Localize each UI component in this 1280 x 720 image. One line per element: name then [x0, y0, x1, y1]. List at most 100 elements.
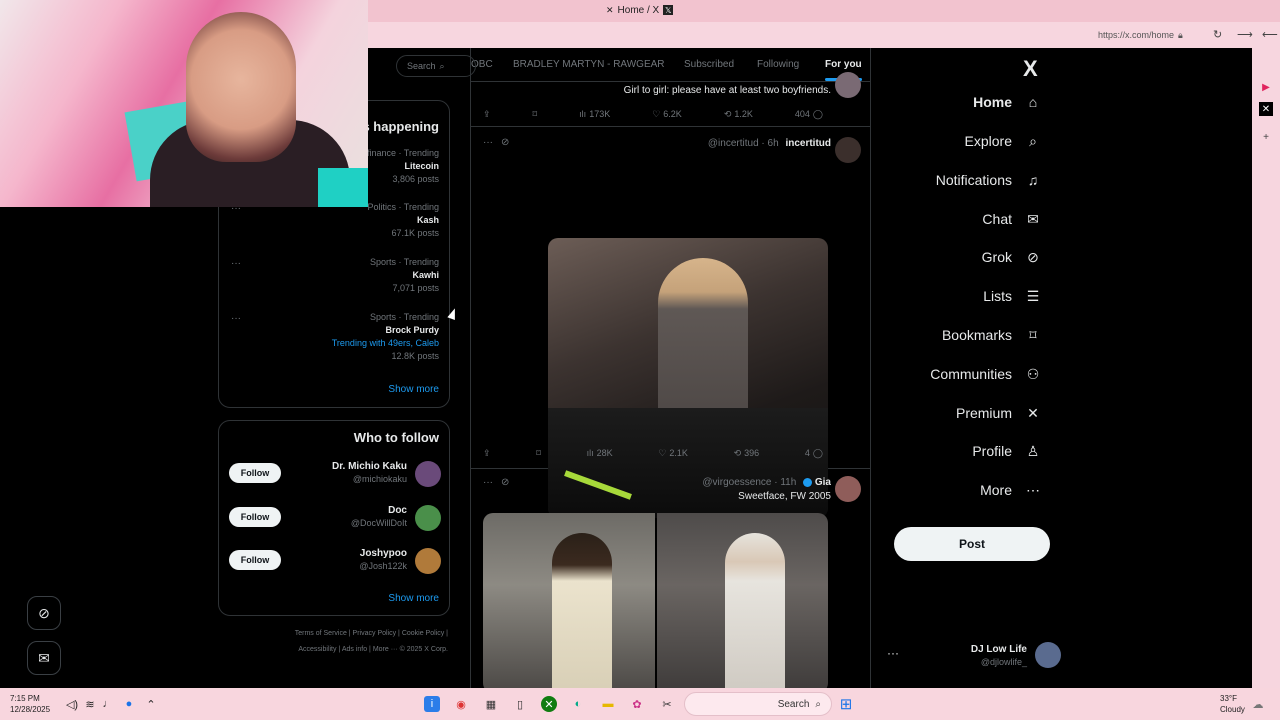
app-icon[interactable]: i	[424, 696, 440, 712]
clock[interactable]: 7:15 PM 12/28/2025	[10, 693, 50, 715]
store-icon[interactable]: ▦	[483, 696, 499, 712]
nav-item-home[interactable]: ⌂ Home	[973, 93, 1042, 111]
share-icon[interactable]: ⇪	[483, 107, 491, 121]
account-switcher[interactable]: ··· DJ Low Life @djlowlife_	[881, 638, 1061, 674]
avatar[interactable]	[835, 476, 861, 502]
footer-line[interactable]: Accessibility | Ads info | More ··· © 20…	[248, 642, 448, 658]
volume-icon[interactable]: ◁)	[64, 696, 80, 712]
nav-item-grok[interactable]: ⊘ Grok	[982, 248, 1042, 266]
nav-item-premium[interactable]: ✕ Premium	[956, 404, 1042, 422]
x-logo-icon[interactable]: X	[1023, 56, 1038, 82]
tweet-time[interactable]: 11h	[780, 477, 796, 488]
share-icon[interactable]: ⇪	[483, 446, 491, 460]
tweet-author[interactable]: Gia	[815, 477, 831, 488]
address-bar[interactable]: https://x.com/home 🔒︎	[1098, 27, 1208, 43]
footer-line[interactable]: Terms of Service | Privacy Policy | Cook…	[248, 626, 448, 642]
avatar[interactable]	[415, 548, 441, 574]
wifi-icon[interactable]: ≋	[82, 696, 98, 712]
follow-button[interactable]: Follow	[229, 550, 281, 570]
back-icon[interactable]: ⟵	[1262, 28, 1278, 41]
mic-icon[interactable]: ♩	[100, 696, 116, 712]
tray-app-icon[interactable]: ●	[121, 696, 137, 712]
follow-suggestion[interactable]: Doc @DocWillDoIt Follow	[229, 503, 441, 533]
weather-widget[interactable]: 33°F Cloudy	[1220, 693, 1245, 715]
edge-icon[interactable]: ◐	[570, 696, 586, 712]
show-more-link[interactable]: Show more	[388, 384, 439, 395]
browser-tab[interactable]: ✕ Home / X 𝕏	[606, 2, 674, 18]
avatar[interactable]	[415, 505, 441, 531]
tweet-image[interactable]	[483, 513, 655, 688]
youtube-icon[interactable]: ▶	[1259, 80, 1273, 94]
obs-icon[interactable]: ◉	[453, 696, 469, 712]
tweet-image-grid[interactable]	[483, 513, 828, 688]
views-stat[interactable]: ılı 28K	[587, 446, 613, 460]
repost-button[interactable]: ⟲ 396	[734, 446, 760, 460]
avatar[interactable]	[835, 72, 861, 98]
reply-button[interactable]: 404 ◯	[795, 107, 823, 121]
nav-item-lists[interactable]: ☰ Lists	[983, 287, 1042, 305]
repost-button[interactable]: ⟲ 1.2K	[724, 107, 753, 121]
nav-item-communities[interactable]: ⚇ Communities	[930, 365, 1042, 383]
like-button[interactable]: ♡ 2.1K	[658, 446, 688, 460]
x-app-icon[interactable]: ✕	[1259, 102, 1273, 116]
suggestion-name[interactable]: Dr. Michio Kaku	[332, 461, 407, 472]
nav-item-notifications[interactable]: ♫ Notifications	[936, 171, 1042, 189]
tweet-author[interactable]: incertitud	[785, 138, 831, 149]
tweet-handle[interactable]: @virgoessence	[702, 477, 771, 488]
nav-item-bookmarks[interactable]: ⌑ Bookmarks	[942, 326, 1042, 344]
tab-subscribed[interactable]: Subscribed	[684, 59, 734, 70]
more-dots-icon[interactable]: ···	[231, 258, 241, 269]
more-dots-icon[interactable]: ···	[887, 646, 899, 660]
reload-icon[interactable]: ↻	[1213, 28, 1222, 41]
nav-item-more[interactable]: ⋯ More	[980, 481, 1042, 499]
nav-item-chat[interactable]: ✉ Chat	[982, 210, 1042, 228]
chevron-up-icon[interactable]: ⌃	[143, 696, 159, 712]
avatar[interactable]	[835, 137, 861, 163]
trend-item[interactable]: Sports · Trending Kawhi 7,071 posts	[370, 256, 439, 295]
nav-item-profile[interactable]: ♙ Profile	[972, 442, 1042, 460]
grok-icon[interactable]: ⊘	[501, 137, 509, 148]
windows-start-icon[interactable]: ⊞	[838, 696, 854, 713]
views-stat[interactable]: ılı 173K	[579, 107, 610, 121]
suggestion-name[interactable]: Doc	[388, 505, 407, 516]
xbox-icon[interactable]: ✕	[541, 696, 557, 712]
add-icon[interactable]: +	[1259, 130, 1273, 144]
tab-following[interactable]: Following	[757, 59, 799, 70]
grok-float-button[interactable]: ⊘	[27, 596, 61, 630]
reply-button[interactable]: 4 ◯	[805, 446, 823, 460]
tab-for-you[interactable]: For you	[825, 59, 862, 81]
show-more-link[interactable]: Show more	[388, 593, 439, 604]
trend-item[interactable]: Politics · Trending Kash 67.1K posts	[367, 201, 439, 240]
more-dots-icon[interactable]: ···	[483, 477, 493, 488]
tweet[interactable]: @incertitud · 6h incertitud ··· ⊘ ⇪ ⌑ ıl…	[471, 127, 871, 518]
search-input[interactable]: Search ⌕	[396, 55, 476, 77]
tweet-handle[interactable]: @incertitud	[708, 138, 759, 149]
more-dots-icon[interactable]: ···	[231, 313, 241, 324]
tab-close-icon[interactable]: ✕	[606, 5, 614, 16]
bookmark-icon[interactable]: ⌑	[536, 446, 541, 460]
like-button[interactable]: ♡ 6.2K	[652, 107, 682, 121]
tweet-image[interactable]	[656, 513, 828, 688]
post-button[interactable]: Post	[894, 527, 1050, 561]
copilot-icon[interactable]: ✿	[629, 696, 645, 712]
forward-icon[interactable]: ⟶	[1237, 28, 1253, 41]
tab-bradley-martyn[interactable]: BRADLEY MARTYN - RAWGEAR	[513, 59, 665, 70]
snip-icon[interactable]: ✂	[659, 696, 675, 712]
messages-float-button[interactable]: ✉	[27, 641, 61, 675]
folder-icon[interactable]: ▬	[600, 696, 616, 712]
tweet-time[interactable]: 6h	[768, 138, 779, 149]
taskbar-search[interactable]: Search ⌕	[684, 692, 832, 716]
follow-suggestion[interactable]: Joshypoo @Josh122k Follow	[229, 546, 441, 576]
suggestion-name[interactable]: Joshypoo	[360, 548, 407, 559]
grok-icon[interactable]: ⊘	[501, 477, 509, 488]
follow-button[interactable]: Follow	[229, 463, 281, 483]
file-icon[interactable]: ▯	[512, 696, 528, 712]
follow-suggestion[interactable]: Dr. Michio Kaku @michiokaku Follow	[229, 459, 441, 489]
bookmark-icon[interactable]: ⌑	[533, 107, 538, 121]
nav-item-explore[interactable]: ⌕ Explore	[965, 132, 1042, 150]
trend-item[interactable]: Sports · Trending Brock Purdy Trending wit…	[332, 311, 439, 363]
tweet[interactable]: Girl to girl: please have at least two b…	[471, 72, 871, 127]
more-dots-icon[interactable]: ···	[483, 137, 493, 148]
follow-button[interactable]: Follow	[229, 507, 281, 527]
avatar[interactable]	[415, 461, 441, 487]
